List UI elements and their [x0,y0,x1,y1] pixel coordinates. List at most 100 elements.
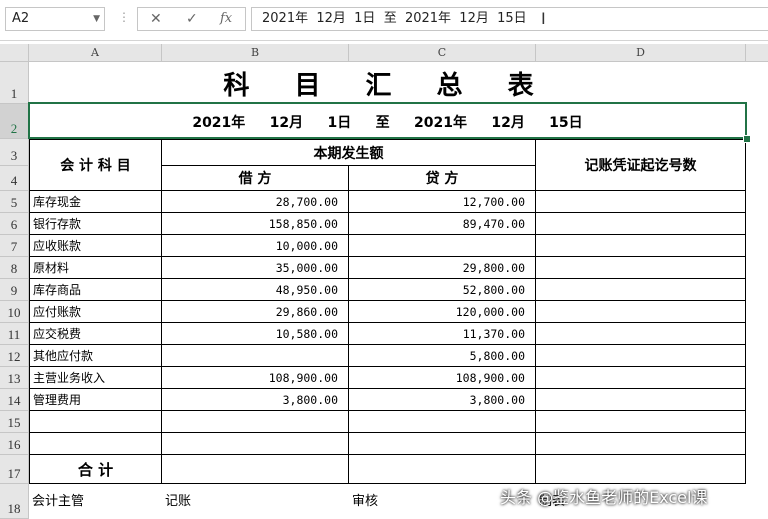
row-header[interactable]: 12 [0,345,29,367]
subject-cell[interactable]: 银行存款 [29,213,162,235]
credit-cell[interactable] [349,235,536,257]
voucher-cell[interactable] [536,389,746,411]
enter-icon[interactable]: ✓ [186,11,198,27]
credit-cell[interactable]: 108,900.00 [349,367,536,389]
row-header[interactable]: 4 [0,166,29,191]
credit-cell[interactable]: 11,370.00 [349,323,536,345]
row-header[interactable]: 13 [0,367,29,389]
debit-cell[interactable]: 10,000.00 [162,235,349,257]
credit-cell[interactable]: 29,800.00 [349,257,536,279]
credit-header[interactable]: 贷 方 [349,166,536,191]
sheet-title: 科 目 汇 总 表 [223,70,552,101]
row-header[interactable]: 16 [0,433,29,455]
credit-cell[interactable]: 52,800.00 [349,279,536,301]
column-header-d[interactable]: D [536,44,746,62]
row-header[interactable]: 11 [0,323,29,345]
period-amount-header[interactable]: 本期发生额 [162,139,536,166]
subject-header[interactable]: 会 计 科 目 [29,139,162,191]
debit-cell[interactable]: 108,900.00 [162,367,349,389]
sheet-title-cell[interactable]: 科 目 汇 总 表 [29,62,746,104]
row-header[interactable]: 10 [0,301,29,323]
subject-cell[interactable]: 库存现金 [29,191,162,213]
debit-header[interactable]: 借 方 [162,166,349,191]
voucher-cell[interactable] [536,235,746,257]
formula-bar-area: A2 ▼ ⋮ ✕ ✓ fx 2021年 12月 1日 至 2021年 12月 1… [0,0,768,41]
watermark-text: 头条 @鉴水鱼老师的Excel课 [500,488,708,507]
voucher-cell[interactable] [536,367,746,389]
formula-buttons: ✕ ✓ fx [137,7,246,31]
debit-cell[interactable]: 3,800.00 [162,389,349,411]
voucher-cell[interactable] [536,279,746,301]
voucher-number-header[interactable]: 记账凭证起讫号数 [536,139,746,191]
subject-cell[interactable]: 库存商品 [29,279,162,301]
debit-cell[interactable]: 35,000.00 [162,257,349,279]
drag-handle-icon[interactable]: ⋮ [118,10,130,24]
formula-input[interactable]: 2021年 12月 1日 至 2021年 12月 15日 [251,7,768,31]
name-box-value: A2 [12,11,30,26]
select-all-corner[interactable] [0,44,29,62]
total-label[interactable]: 合 计 [29,455,162,484]
empty-cell[interactable] [29,433,162,455]
credit-cell[interactable]: 120,000.00 [349,301,536,323]
chevron-down-icon[interactable]: ▼ [93,8,100,30]
footer-reviewer: 审核 [352,494,379,509]
debit-cell[interactable]: 29,860.00 [162,301,349,323]
subject-cell[interactable]: 原材料 [29,257,162,279]
subject-cell[interactable]: 管理费用 [29,389,162,411]
voucher-cell[interactable] [536,257,746,279]
debit-cell[interactable] [162,345,349,367]
row-header[interactable]: 18 [0,484,29,519]
date-range-cell[interactable]: 2021年 12月 1日 至 2021年 12月 15日 [29,104,746,139]
subject-cell[interactable]: 应付账款 [29,301,162,323]
empty-cell[interactable] [162,411,349,433]
empty-cell[interactable] [162,433,349,455]
credit-cell[interactable]: 12,700.00 [349,191,536,213]
insert-function-icon[interactable]: fx [220,11,232,26]
row-header[interactable]: 9 [0,279,29,301]
name-box[interactable]: A2 ▼ [5,7,105,31]
text-cursor-icon: I [541,9,546,28]
voucher-cell[interactable] [536,345,746,367]
voucher-cell[interactable] [536,301,746,323]
empty-cell[interactable] [349,433,536,455]
row-header[interactable]: 8 [0,257,29,279]
row-header[interactable]: 5 [0,191,29,213]
total-voucher-cell[interactable] [536,455,746,484]
credit-cell[interactable]: 5,800.00 [349,345,536,367]
column-header-b[interactable]: B [162,44,349,62]
column-header-c[interactable]: C [349,44,536,62]
row-header[interactable]: 1 [0,62,29,104]
debit-cell[interactable]: 10,580.00 [162,323,349,345]
empty-cell[interactable] [29,411,162,433]
column-header-a[interactable]: A [29,44,162,62]
empty-cell[interactable] [349,411,536,433]
credit-cell[interactable]: 89,470.00 [349,213,536,235]
credit-cell[interactable]: 3,800.00 [349,389,536,411]
debit-cell[interactable]: 48,950.00 [162,279,349,301]
subject-cell[interactable]: 应交税费 [29,323,162,345]
voucher-cell[interactable] [536,213,746,235]
debit-cell[interactable]: 158,850.00 [162,213,349,235]
row-header[interactable]: 15 [0,411,29,433]
row-header[interactable]: 17 [0,455,29,484]
empty-cell[interactable] [536,433,746,455]
total-debit-cell[interactable] [162,455,349,484]
cancel-icon[interactable]: ✕ [150,11,162,27]
empty-cell[interactable] [536,411,746,433]
subject-cell[interactable]: 主营业务收入 [29,367,162,389]
row-header[interactable]: 2 [0,104,29,139]
footer-supervisor: 会计主管 [32,494,85,509]
total-credit-cell[interactable] [349,455,536,484]
voucher-cell[interactable] [536,191,746,213]
subject-cell[interactable]: 应收账款 [29,235,162,257]
row-header[interactable]: 3 [0,139,29,166]
subject-cell[interactable]: 其他应付款 [29,345,162,367]
voucher-cell[interactable] [536,323,746,345]
fill-handle[interactable] [743,135,751,143]
row-header[interactable]: 6 [0,213,29,235]
date-range-text: 2021年 12月 1日 至 2021年 12月 15日 [192,114,583,131]
row-header[interactable]: 14 [0,389,29,411]
row-header[interactable]: 7 [0,235,29,257]
debit-cell[interactable]: 28,700.00 [162,191,349,213]
column-header-e[interactable] [746,44,768,62]
